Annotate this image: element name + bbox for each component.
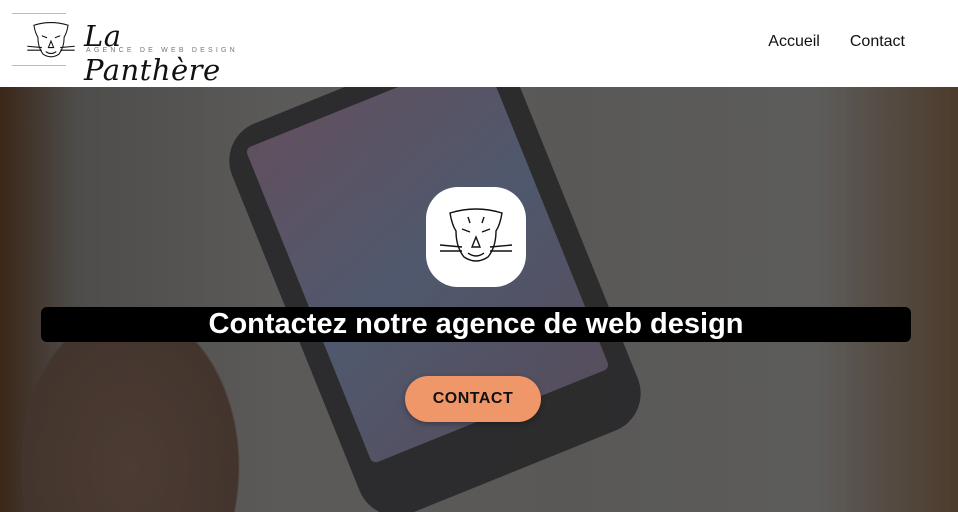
contact-button[interactable]: CONTACT bbox=[405, 376, 541, 422]
hero-title: Contactez notre agence de web design bbox=[41, 307, 911, 342]
nav-contact[interactable]: Contact bbox=[850, 33, 905, 51]
divider bbox=[12, 13, 66, 14]
hero-overlay bbox=[0, 87, 958, 512]
brand-tagline: AGENCE DE WEB DESIGN bbox=[86, 47, 238, 54]
panther-head-icon bbox=[27, 22, 75, 58]
site-header: La Panthère AGENCE DE WEB DESIGN Accueil… bbox=[0, 0, 958, 87]
divider bbox=[12, 65, 66, 66]
main-nav: Accueil Contact bbox=[768, 33, 905, 51]
site-logo[interactable]: La Panthère AGENCE DE WEB DESIGN bbox=[12, 13, 252, 87]
nav-accueil[interactable]: Accueil bbox=[768, 33, 820, 51]
hero-section: Contactez notre agence de web design CON… bbox=[0, 87, 958, 512]
hero-logo-badge bbox=[426, 187, 526, 287]
panther-head-icon bbox=[439, 208, 513, 262]
